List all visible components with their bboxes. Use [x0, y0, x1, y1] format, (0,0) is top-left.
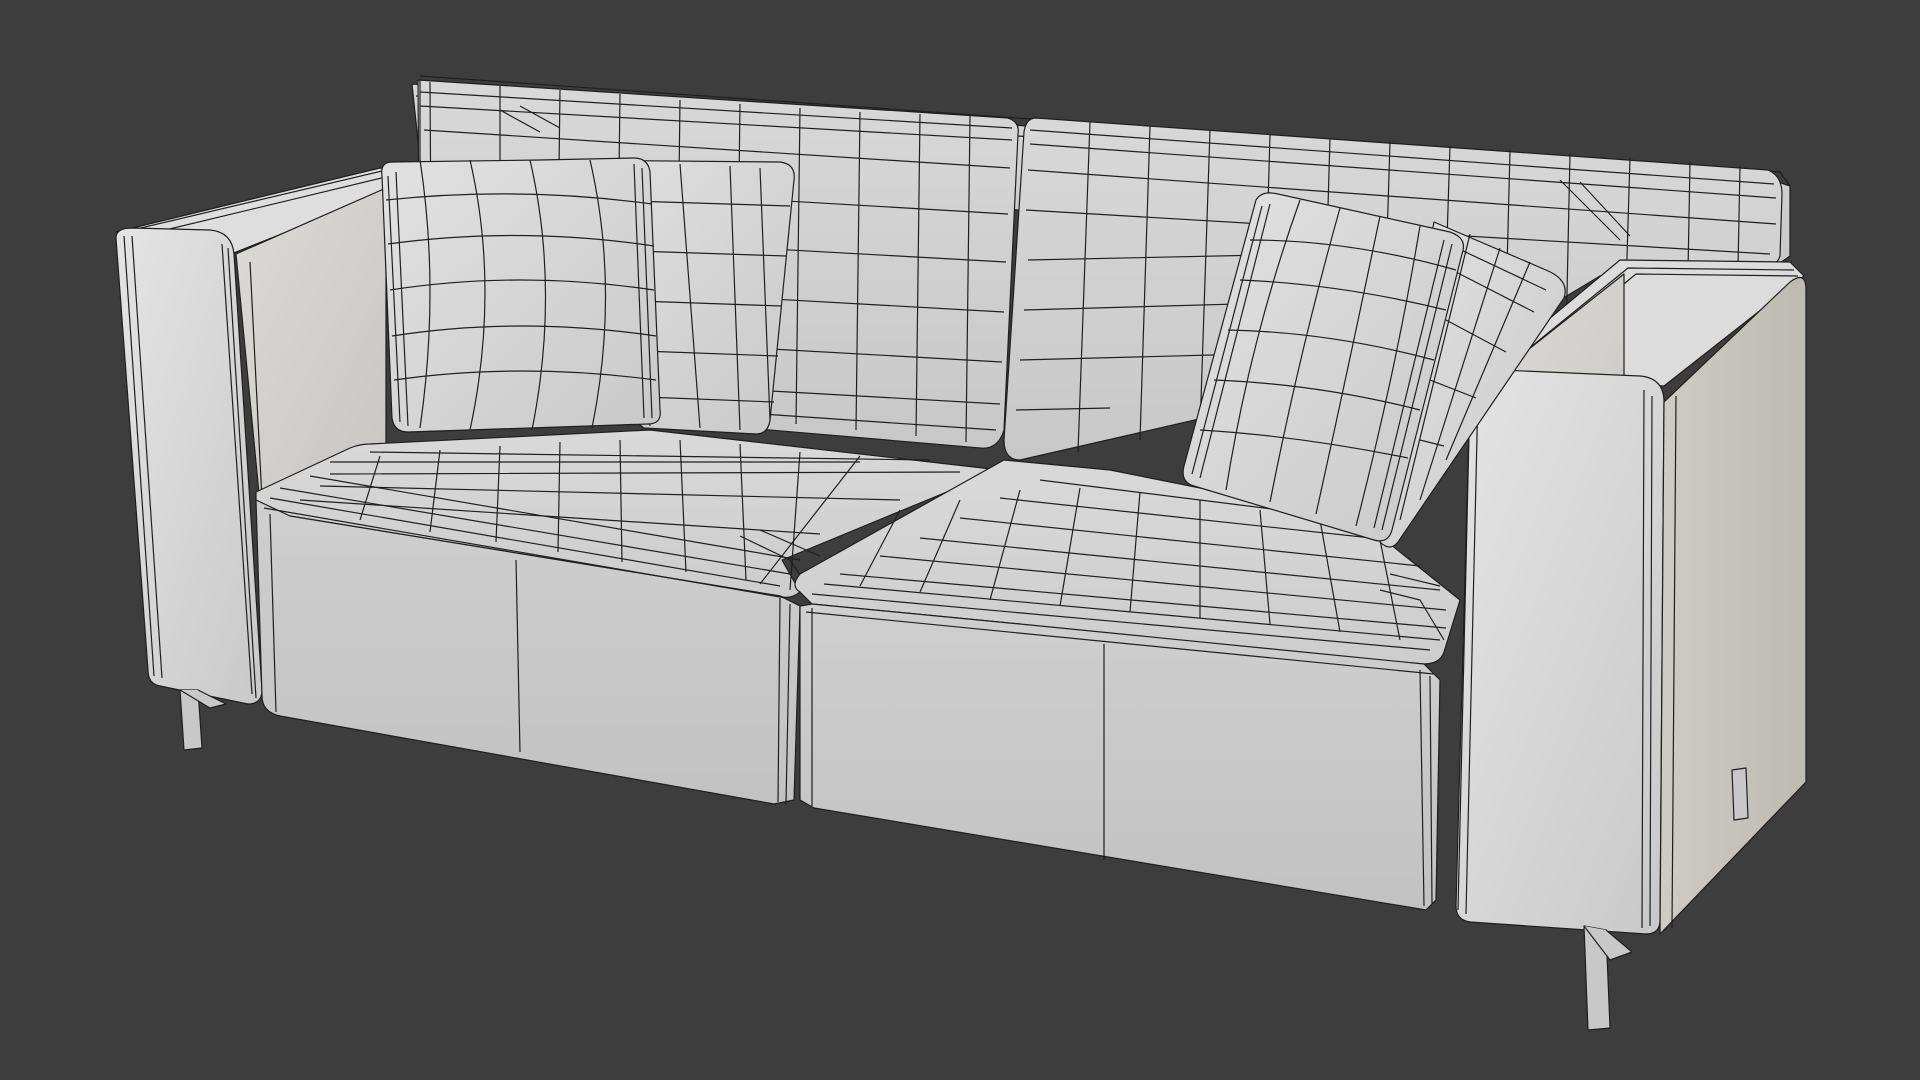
sofa-render: [115, 75, 1807, 1031]
pillow-front-left: [381, 157, 661, 433]
3d-viewport[interactable]: [0, 0, 1920, 1080]
